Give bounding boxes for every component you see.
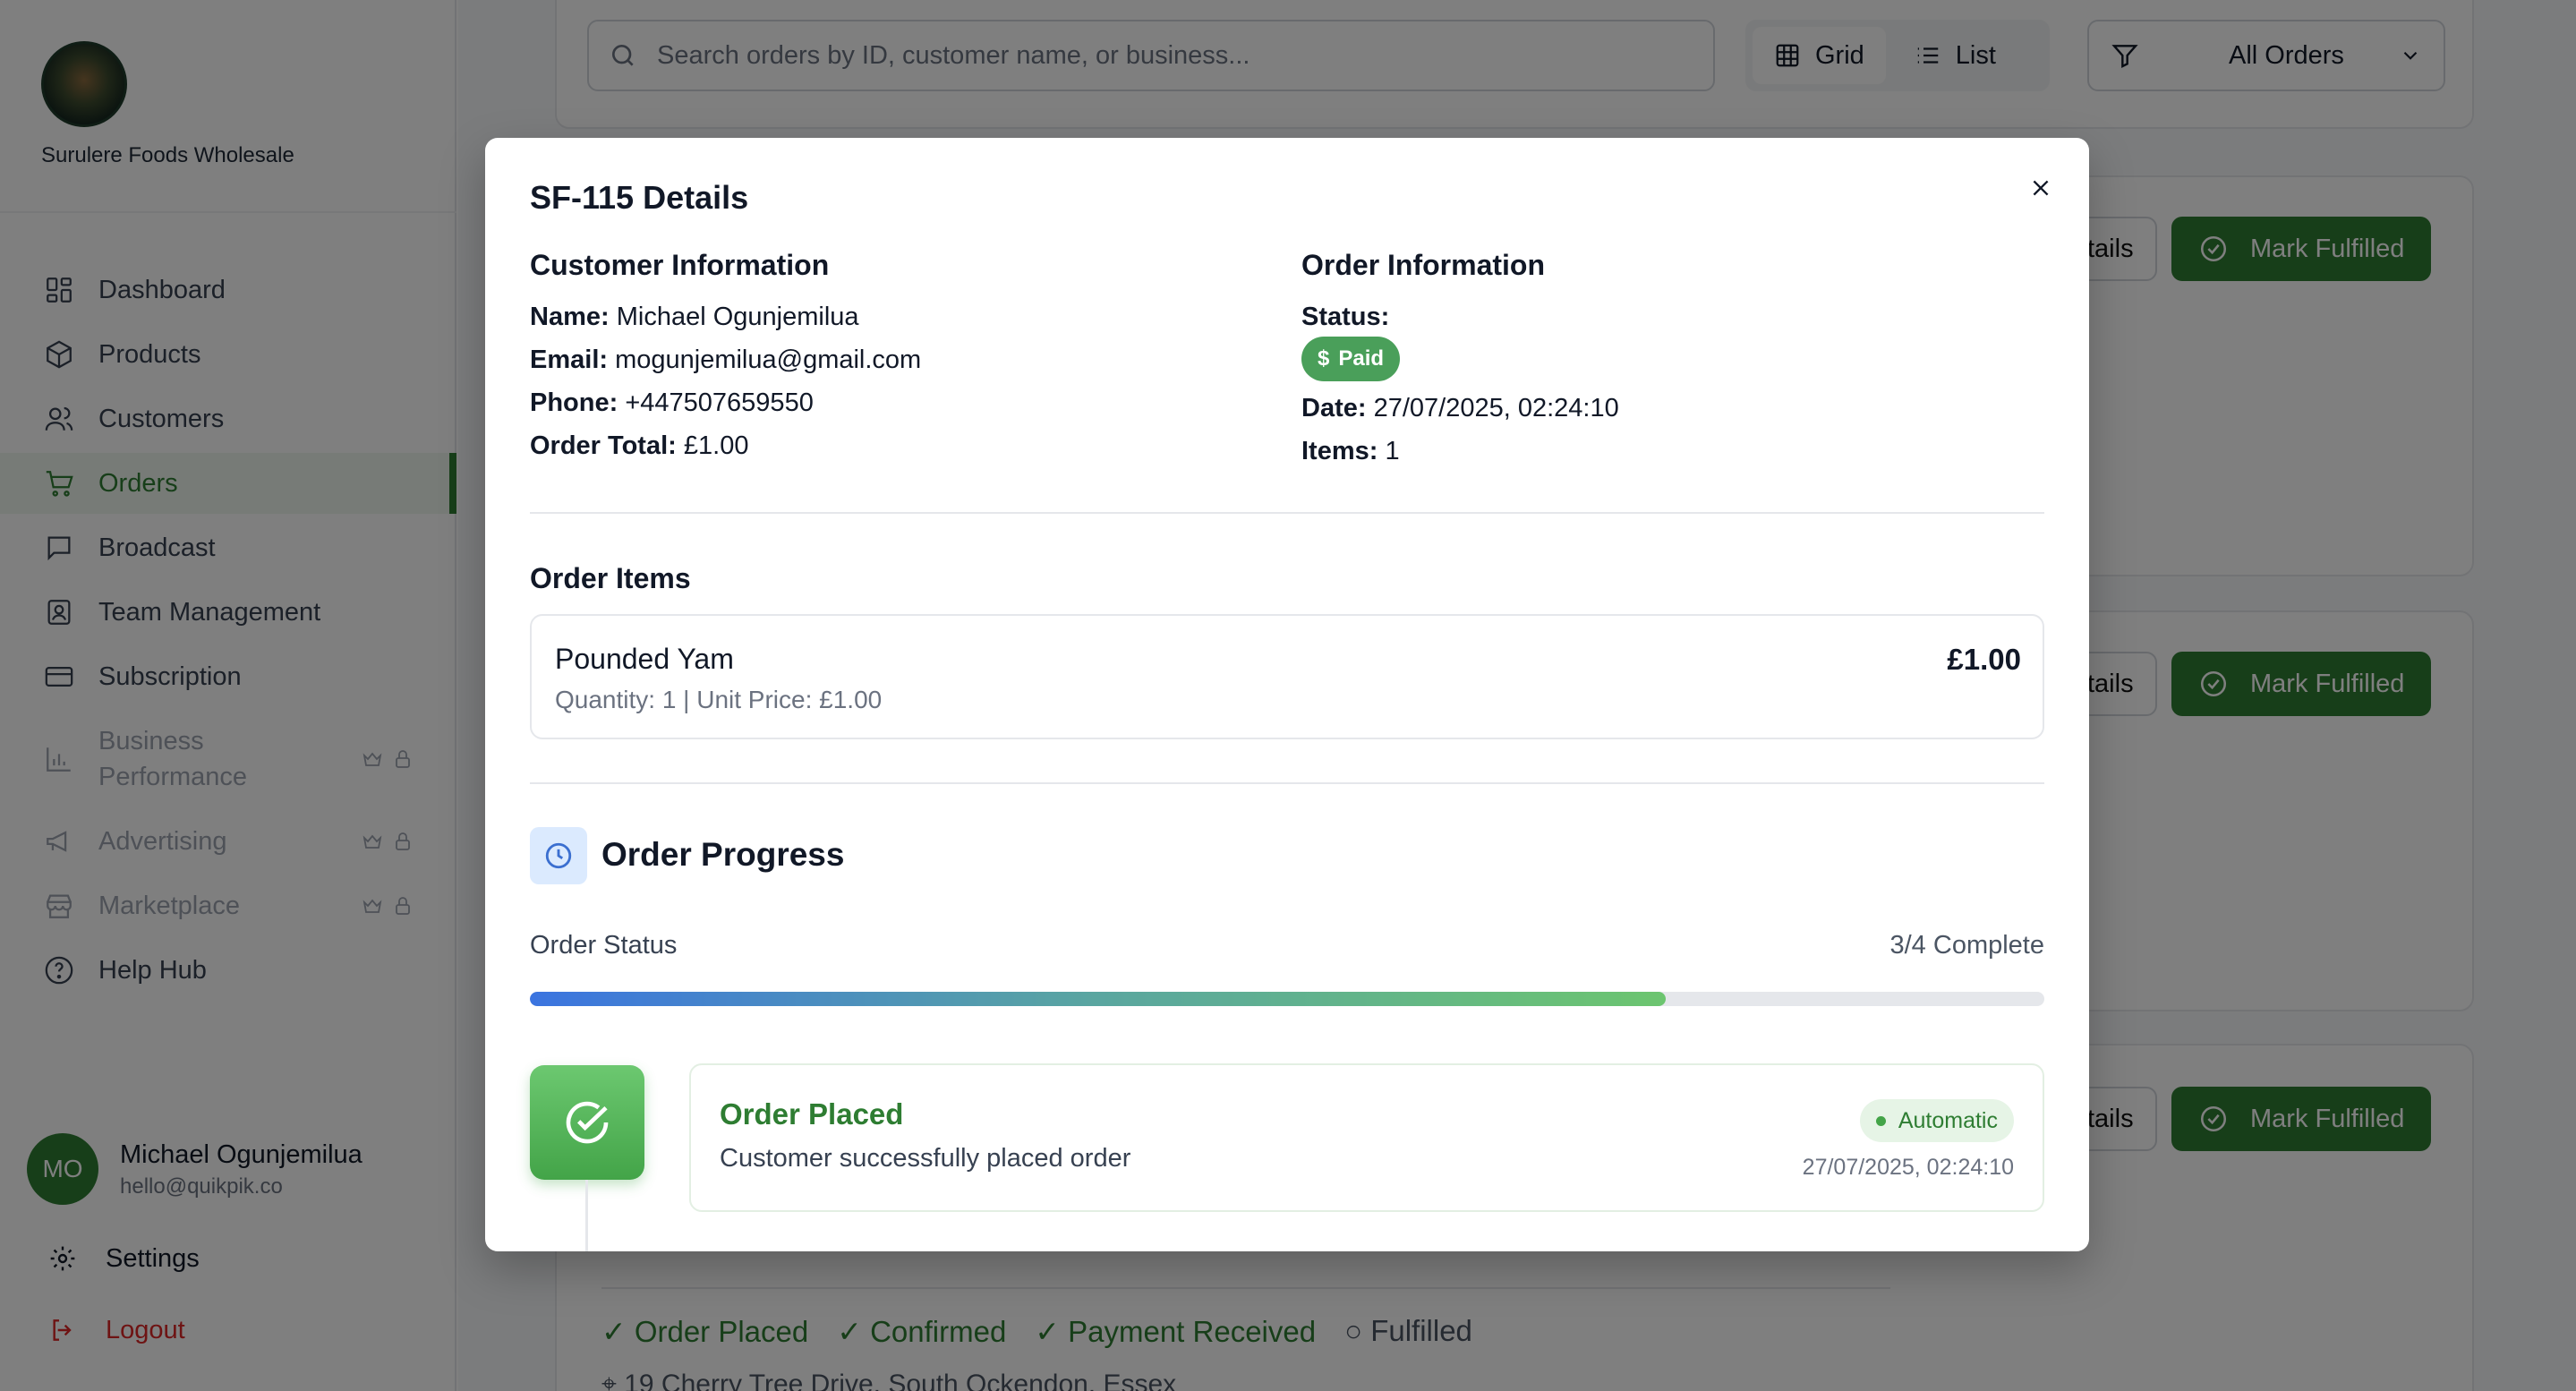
close-button[interactable] [2023, 170, 2059, 206]
modal-title: SF-115 Details [530, 179, 749, 216]
order-status-row: Status: [1301, 303, 1389, 332]
step-title: Order Placed [720, 1097, 904, 1131]
customer-phone: +447507659550 [625, 388, 814, 417]
order-info-heading: Order Information [1301, 249, 1546, 281]
order-progress-heading: Order Progress [601, 836, 845, 873]
field-label: Name: [530, 303, 610, 331]
close-icon [2033, 180, 2049, 196]
clock-icon [530, 827, 587, 884]
timeline-connector [585, 1180, 588, 1251]
order-item: Pounded Yam Quantity: 1 | Unit Price: £1… [530, 614, 2044, 739]
field-label: Email: [530, 346, 609, 374]
order-date: 27/07/2025, 02:24:10 [1373, 394, 1619, 422]
field-label: Items: [1301, 437, 1378, 465]
progress-bar-fill [530, 992, 1666, 1006]
progress-bar [530, 992, 2044, 1006]
order-items-row: Items: 1 [1301, 437, 1400, 466]
check-circle-icon [530, 1065, 644, 1180]
divider [530, 782, 2044, 784]
item-price: £1.00 [1947, 643, 2021, 676]
order-total: £1.00 [683, 431, 749, 460]
field-label: Order Total: [530, 431, 677, 460]
progress-count: 3/4 Complete [1889, 931, 2045, 960]
order-items-count: 1 [1385, 437, 1400, 465]
status-dot-icon [1875, 1115, 1886, 1126]
order-items-heading: Order Items [530, 562, 691, 594]
status-badge: $ Paid [1301, 337, 1401, 381]
field-label: Phone: [530, 388, 618, 417]
customer-email: mogunjemilua@gmail.com [615, 346, 922, 374]
customer-info-heading: Customer Information [530, 249, 830, 281]
step-timestamp: 27/07/2025, 02:24:10 [1802, 1155, 2014, 1180]
item-meta: Quantity: 1 | Unit Price: £1.00 [555, 686, 883, 713]
divider [530, 512, 2044, 514]
customer-email-row: Email: mogunjemilua@gmail.com [530, 346, 921, 375]
field-label: Date: [1301, 394, 1367, 422]
status-value: Paid [1338, 346, 1385, 371]
customer-phone-row: Phone: +447507659550 [530, 388, 814, 418]
automatic-badge: Automatic [1859, 1099, 2014, 1142]
dollar-icon: $ [1318, 346, 1330, 371]
badge-label: Automatic [1898, 1107, 1998, 1133]
timeline-step: Order Placed Customer successfully place… [689, 1063, 2044, 1212]
customer-name: Michael Ogunjemilua [616, 303, 859, 331]
item-name: Pounded Yam [555, 643, 734, 675]
customer-name-row: Name: Michael Ogunjemilua [530, 303, 859, 332]
field-label: Status: [1301, 303, 1390, 331]
order-total-row: Order Total: £1.00 [530, 431, 748, 461]
order-date-row: Date: 27/07/2025, 02:24:10 [1301, 394, 1619, 423]
order-details-modal: SF-115 Details Customer Information Name… [485, 138, 2089, 1251]
order-status-label: Order Status [530, 931, 678, 960]
step-description: Customer successfully placed order [720, 1144, 1131, 1173]
